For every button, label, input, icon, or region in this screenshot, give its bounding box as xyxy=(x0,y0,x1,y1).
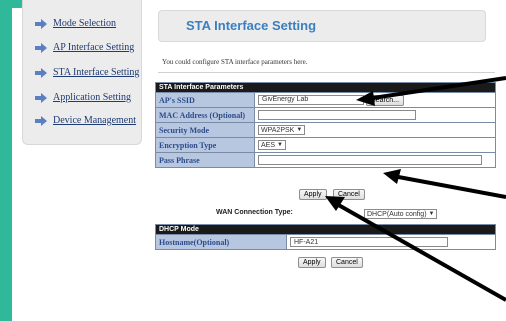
page-title: STA Interface Setting xyxy=(186,18,317,33)
dhcp-cancel-button[interactable]: Cancel xyxy=(331,257,363,268)
encryption-label: Encryption Type xyxy=(155,137,255,153)
mac-input[interactable] xyxy=(258,110,416,121)
annotation-arrow xyxy=(392,174,506,199)
pass-phrase-input[interactable] xyxy=(258,155,482,166)
wan-connection-select[interactable]: DHCP(Auto config) ▼ xyxy=(364,209,438,219)
divider xyxy=(158,72,495,73)
sta-params-table: STA Interface Parameters AP's SSID GivEn… xyxy=(155,82,496,168)
pass-phrase-label: Pass Phrase xyxy=(155,152,255,168)
sidebar-item-label[interactable]: STA Interface Setting xyxy=(53,67,139,78)
arrow-right-icon xyxy=(35,92,47,103)
wan-connection-label: WAN Connection Type: xyxy=(216,209,293,216)
sidebar-item-mode-selection[interactable]: Mode Selection xyxy=(35,18,116,29)
chevron-down-icon: ▼ xyxy=(428,211,435,217)
annotation-arrowhead xyxy=(383,169,401,184)
chevron-down-icon: ▼ xyxy=(277,142,283,149)
dhcp-header: DHCP Mode xyxy=(155,224,496,235)
sidebar-item-device-management[interactable]: Device Management xyxy=(35,115,136,126)
dhcp-apply-button[interactable]: Apply xyxy=(298,257,326,268)
hostname-input[interactable]: HF-A21 xyxy=(290,237,448,248)
page-header: STA Interface Setting xyxy=(158,10,486,42)
sidebar: Mode Selection AP Interface Setting STA … xyxy=(22,0,142,145)
sidebar-item-application[interactable]: Application Setting xyxy=(35,92,131,103)
sidebar-item-label[interactable]: Application Setting xyxy=(53,92,131,103)
security-mode-select[interactable]: WPA2PSK ▼ xyxy=(258,125,306,136)
sta-params-header: STA Interface Parameters xyxy=(155,82,496,93)
encryption-type-value: AES xyxy=(261,141,276,149)
chevron-down-icon: ▼ xyxy=(296,127,303,134)
wan-connection-value: DHCP(Auto config) xyxy=(367,210,427,218)
sidebar-item-ap-interface[interactable]: AP Interface Setting xyxy=(35,42,134,53)
encryption-type-select[interactable]: AES ▼ xyxy=(258,140,286,151)
ssid-input[interactable]: GivEnergy Lab xyxy=(258,94,364,105)
hostname-label: Hostname(Optional) xyxy=(155,234,287,250)
sidebar-item-sta-interface[interactable]: STA Interface Setting xyxy=(35,67,139,78)
security-label: Security Mode xyxy=(155,122,255,138)
arrow-right-icon xyxy=(35,18,47,29)
sidebar-item-label[interactable]: AP Interface Setting xyxy=(53,42,134,53)
cancel-button[interactable]: Cancel xyxy=(333,189,365,200)
page-description: You could configure STA interface parame… xyxy=(162,58,308,66)
dhcp-table: DHCP Mode Hostname(Optional) HF-A21 xyxy=(155,224,496,250)
arrow-right-icon xyxy=(35,42,47,53)
sidebar-item-label[interactable]: Mode Selection xyxy=(53,18,116,29)
apply-button[interactable]: Apply xyxy=(299,189,327,200)
arrow-right-icon xyxy=(35,67,47,78)
mac-label: MAC Address (Optional) xyxy=(155,107,255,123)
security-mode-value: WPA2PSK xyxy=(261,126,295,134)
frame-edge xyxy=(0,0,12,321)
ssid-label: AP's SSID xyxy=(155,92,255,108)
search-button[interactable]: Search... xyxy=(366,94,405,106)
sidebar-item-label[interactable]: Device Management xyxy=(53,115,136,126)
arrow-right-icon xyxy=(35,115,47,126)
